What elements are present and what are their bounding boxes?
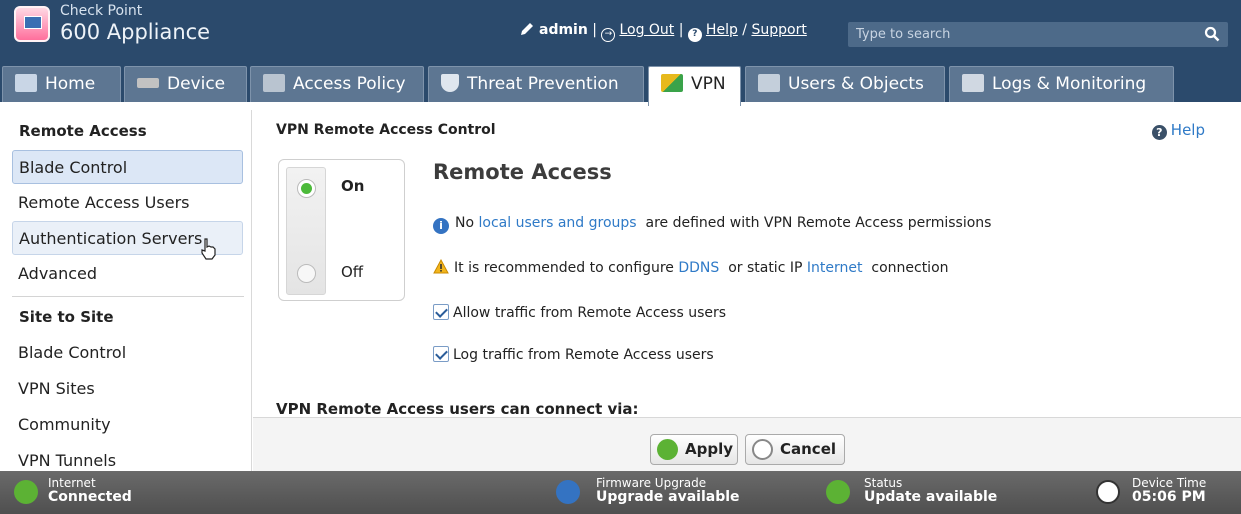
search-box <box>848 22 1228 47</box>
info-message: i No local users and groups are defined w… <box>433 215 991 234</box>
brand-small: Check Point <box>60 3 143 19</box>
action-bar: Apply Cancel <box>253 417 1241 471</box>
internet-link[interactable]: Internet <box>807 260 863 276</box>
tab-users-objects[interactable]: Users & Objects <box>745 66 945 102</box>
users-icon <box>758 74 780 92</box>
clock-icon <box>1096 480 1120 504</box>
logout-icon[interactable]: → <box>601 28 616 42</box>
tab-home[interactable]: Home <box>2 66 121 102</box>
sidebar-item-vpn-sites[interactable]: VPN Sites <box>12 372 243 406</box>
sidebar-section-site-to-site: Site to Site <box>19 308 114 326</box>
apply-button[interactable]: Apply <box>650 434 738 465</box>
sidebar-item-s2s-blade-control[interactable]: Blade Control <box>12 336 243 370</box>
toggle-on-label[interactable]: On <box>341 177 364 195</box>
status-bar: Internet Connected Firmware Upgrade Upgr… <box>0 471 1241 514</box>
allow-traffic-label: Allow traffic from Remote Access users <box>453 305 727 321</box>
toggle-track <box>286 167 326 295</box>
warning-icon <box>433 259 449 274</box>
update-status[interactable]: Status Update available <box>864 476 997 504</box>
help-link[interactable]: Help <box>706 22 738 38</box>
warning-message: It is recommended to configure DDNS or s… <box>433 259 949 276</box>
sidebar-section-remote-access: Remote Access <box>19 122 147 140</box>
info-icon <box>556 480 580 504</box>
lightning-icon <box>14 480 38 504</box>
remote-access-toggle: On Off <box>278 159 405 301</box>
header-bar: Check Point 600 Appliance admin | → Log O… <box>0 0 1241 62</box>
cancel-icon <box>752 439 773 460</box>
tab-label: Home <box>45 74 96 94</box>
tab-label: Device <box>167 74 226 94</box>
internet-status[interactable]: Internet Connected <box>48 476 132 504</box>
main-panel: VPN Remote Access Control ? Help On Off R… <box>253 110 1241 471</box>
local-users-link[interactable]: local users and groups <box>479 215 637 231</box>
sidebar-item-blade-control[interactable]: Blade Control <box>12 150 243 184</box>
vpn-key-icon <box>661 74 683 92</box>
radio-off[interactable] <box>297 264 316 283</box>
help-icon: ? <box>1151 125 1167 140</box>
tab-logs-monitoring[interactable]: Logs & Monitoring <box>949 66 1174 102</box>
sidebar-divider <box>12 296 244 297</box>
home-icon <box>15 74 37 92</box>
log-traffic-checkbox[interactable] <box>433 346 449 362</box>
help-label: Help <box>1170 121 1205 139</box>
toggle-off-label[interactable]: Off <box>341 263 363 281</box>
device-time: Device Time 05:06 PM <box>1132 476 1207 505</box>
device-icon <box>137 78 159 88</box>
access-policy-icon <box>263 74 285 92</box>
ddns-link[interactable]: DDNS <box>678 260 719 276</box>
tab-device[interactable]: Device <box>124 66 247 102</box>
remote-access-heading: Remote Access <box>433 160 612 184</box>
log-traffic-option[interactable]: Log traffic from Remote Access users <box>433 346 714 363</box>
support-link[interactable]: Support <box>751 22 806 38</box>
pencil-icon <box>521 23 533 35</box>
radio-on[interactable] <box>297 179 316 198</box>
tab-label: Logs & Monitoring <box>992 74 1147 94</box>
firmware-status[interactable]: Firmware Upgrade Upgrade available <box>596 476 740 504</box>
logs-icon <box>962 74 984 92</box>
username[interactable]: admin <box>539 22 588 38</box>
main-tabs: Home Device Access Policy Threat Prevent… <box>0 62 1241 106</box>
tab-label: Threat Prevention <box>467 74 619 94</box>
tab-label: Users & Objects <box>788 74 924 94</box>
sidebar-item-vpn-tunnels[interactable]: VPN Tunnels <box>12 444 243 471</box>
check-icon <box>657 439 678 460</box>
cancel-button[interactable]: Cancel <box>745 434 845 465</box>
info-icon: i <box>433 218 449 234</box>
allow-traffic-option[interactable]: Allow traffic from Remote Access users <box>433 304 726 321</box>
logout-link[interactable]: Log Out <box>619 22 674 38</box>
connect-via-heading: VPN Remote Access users can connect via: <box>276 400 639 418</box>
check-icon <box>826 480 850 504</box>
allow-traffic-checkbox[interactable] <box>433 304 449 320</box>
help-button[interactable]: ? Help <box>1151 121 1205 140</box>
shield-icon <box>441 74 459 92</box>
user-bar: admin | → Log Out | ? Help / Support <box>520 22 807 42</box>
page-title: VPN Remote Access Control <box>276 122 496 138</box>
brand-title: 600 Appliance <box>60 20 211 44</box>
sidebar-item-community[interactable]: Community <box>12 408 243 442</box>
tab-label: VPN <box>691 74 726 94</box>
tab-label: Access Policy <box>293 74 406 94</box>
log-traffic-label: Log traffic from Remote Access users <box>453 347 714 363</box>
sidebar: Remote Access Blade Control Remote Acces… <box>0 110 252 471</box>
checkpoint-logo-icon <box>14 6 50 42</box>
tab-threat-prevention[interactable]: Threat Prevention <box>428 66 644 102</box>
help-circle-icon: ? <box>687 28 702 42</box>
tab-vpn[interactable]: VPN <box>648 66 741 106</box>
sidebar-item-remote-access-users[interactable]: Remote Access Users <box>12 186 243 220</box>
tab-access-policy[interactable]: Access Policy <box>250 66 424 102</box>
search-input[interactable] <box>848 22 1188 47</box>
sidebar-item-advanced[interactable]: Advanced <box>12 257 243 291</box>
search-icon[interactable] <box>1204 26 1220 42</box>
